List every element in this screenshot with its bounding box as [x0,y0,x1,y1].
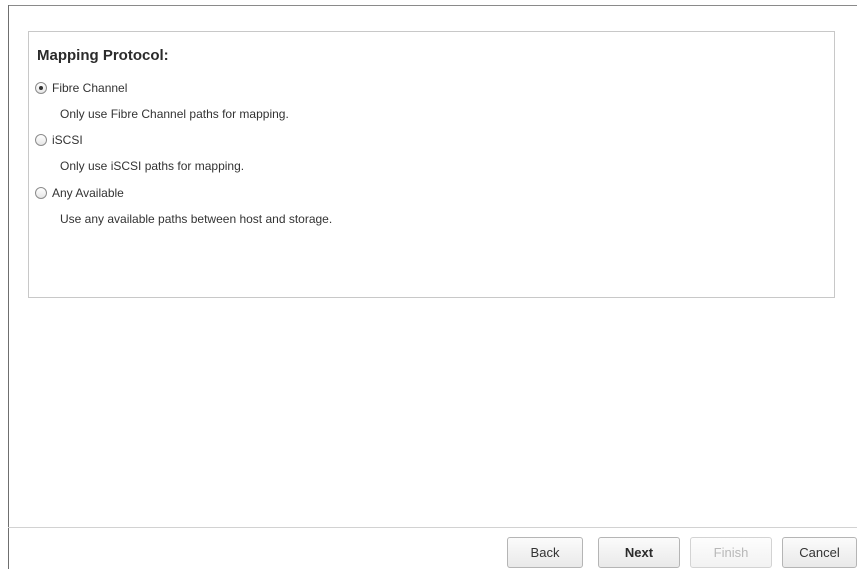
option-description: Use any available paths between host and… [60,212,333,226]
option-label: iSCSI [52,133,83,147]
mapping-protocol-panel: Mapping Protocol: Fibre Channel Only use… [28,31,835,298]
footer-divider [8,527,857,528]
option-description: Only use Fibre Channel paths for mapping… [60,107,289,121]
left-divider [8,5,9,569]
option-label: Any Available [52,186,124,200]
radio-button-selected-icon[interactable] [35,82,47,94]
next-button[interactable]: Next [598,537,680,568]
radio-option-iscsi[interactable]: iSCSI [35,133,83,147]
section-title: Mapping Protocol: [37,47,169,64]
top-divider [8,5,857,6]
radio-option-fibre-channel[interactable]: Fibre Channel [35,81,127,95]
option-description: Only use iSCSI paths for mapping. [60,159,245,173]
wizard-page: Mapping Protocol: Fibre Channel Only use… [0,0,857,569]
radio-dot-icon [39,86,43,90]
option-label: Fibre Channel [52,81,128,95]
finish-button: Finish [690,537,772,568]
cancel-button[interactable]: Cancel [782,537,857,568]
radio-button-icon[interactable] [35,187,47,199]
radio-button-icon[interactable] [35,134,47,146]
back-button[interactable]: Back [507,537,583,568]
radio-option-any-available[interactable]: Any Available [35,186,124,200]
